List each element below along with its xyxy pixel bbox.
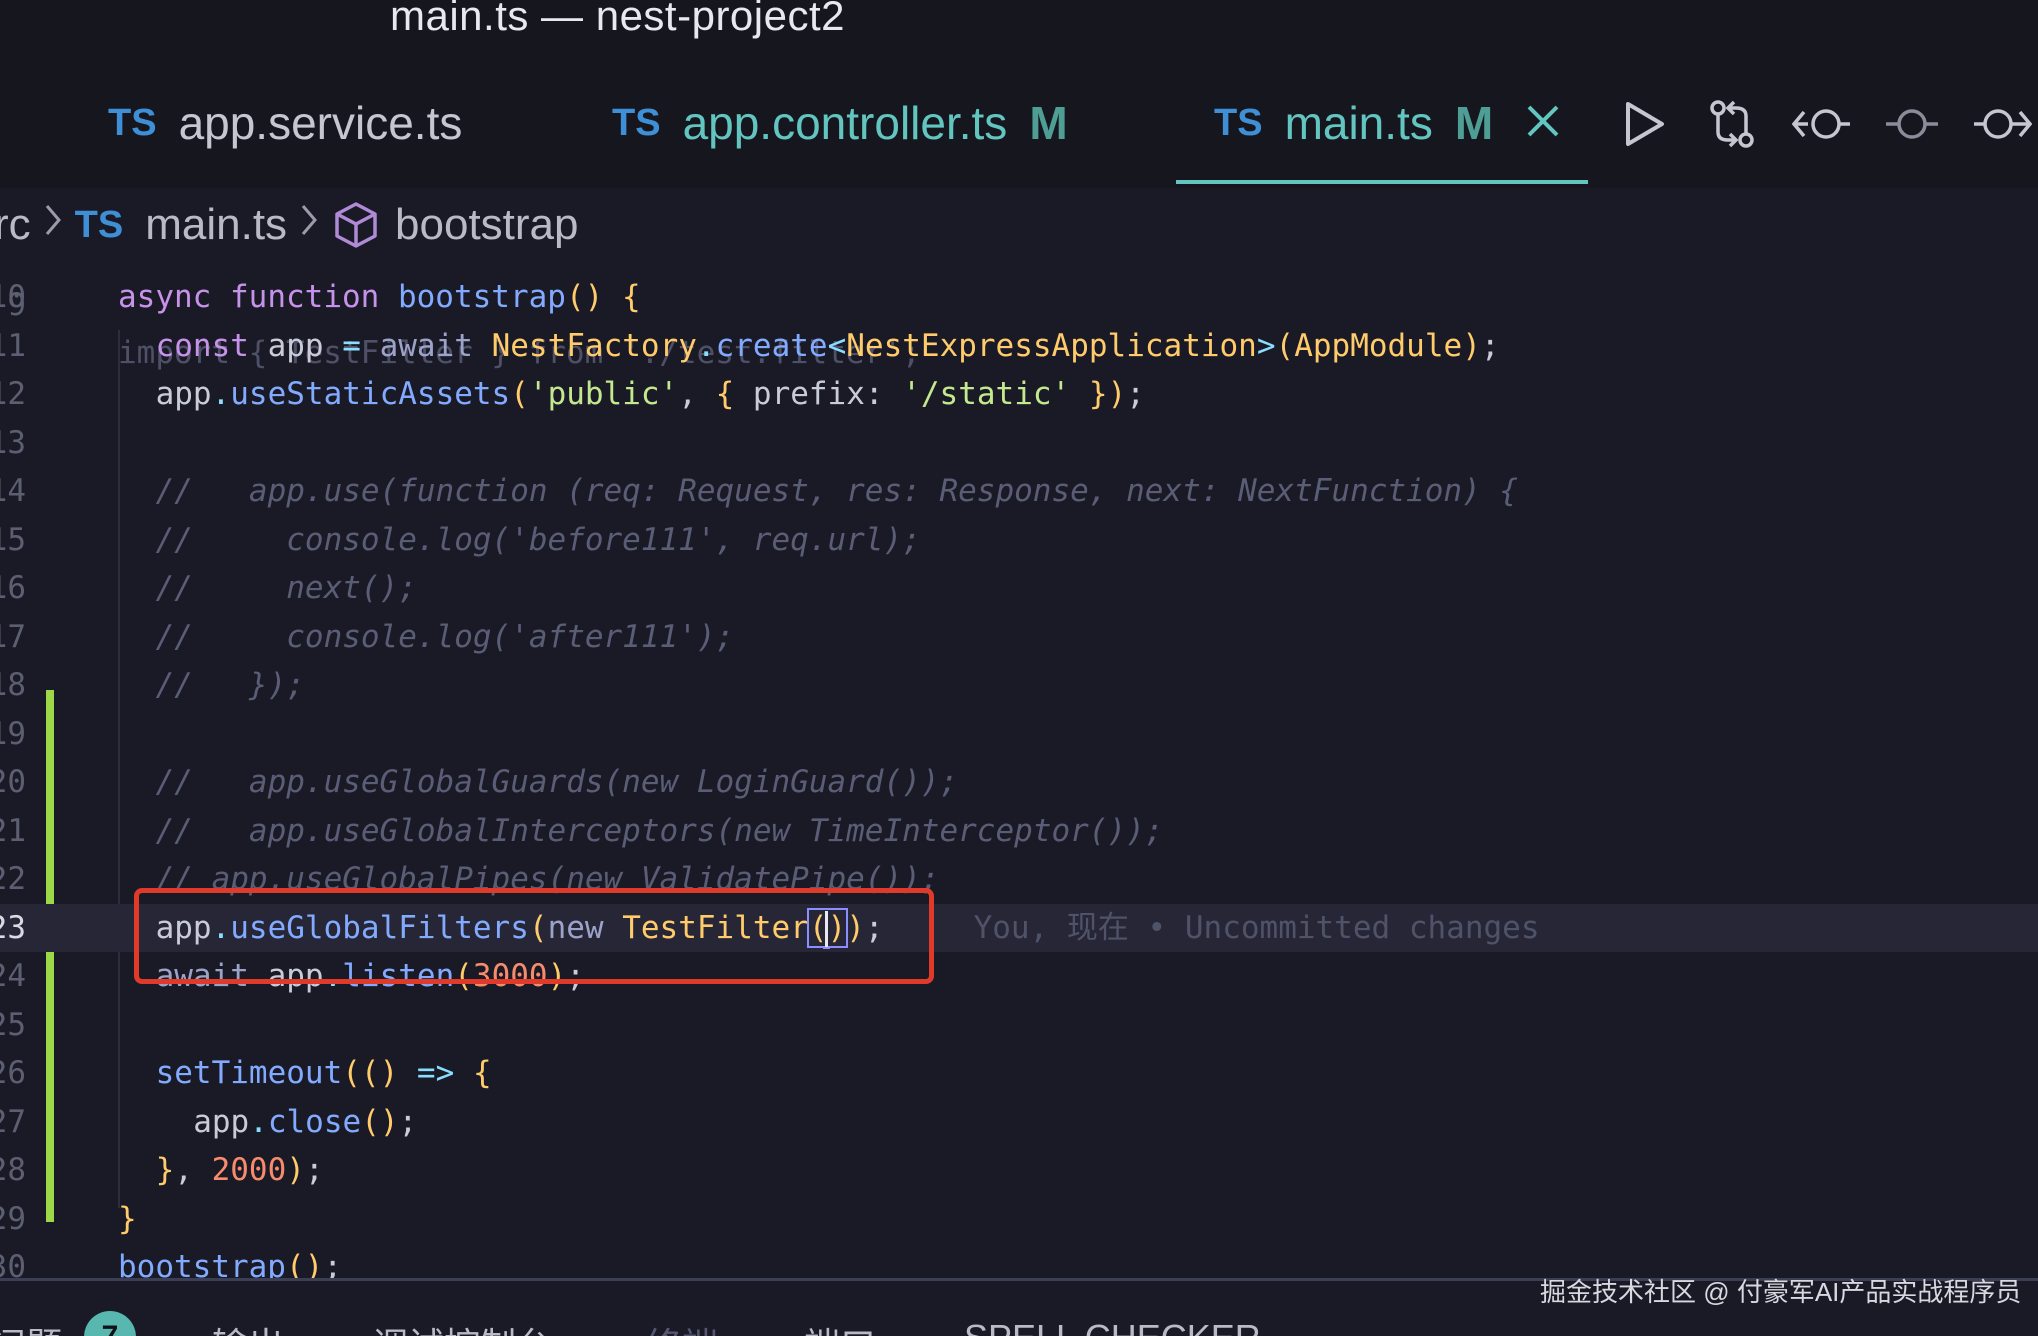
code-line: 14 // app.use(function (req: Request, res… <box>0 467 2038 516</box>
code-line: 25 <box>0 1001 2038 1050</box>
code-line: 10 async function bootstrap() { <box>0 273 2038 322</box>
line-number: 13 <box>0 424 26 461</box>
tab-spell-checker[interactable]: SPELL CHECKER <box>964 1317 1261 1336</box>
code-line: 15 // console.log('before111', req.url); <box>0 516 2038 565</box>
close-icon[interactable] <box>1525 96 1561 150</box>
tab-output[interactable]: 输出 <box>212 1317 284 1336</box>
line-number: 15 <box>0 521 26 558</box>
typescript-icon: TS <box>1214 101 1263 144</box>
symbol-cube-icon <box>331 200 381 250</box>
line-number: 19 <box>0 715 26 752</box>
compare-changes-icon[interactable] <box>1706 98 1758 155</box>
code-text: // console.log('before111', req.url); <box>155 521 921 558</box>
line-number: 28 <box>0 1152 26 1188</box>
line-number: 20 <box>0 764 26 800</box>
code-text: }, 2000); <box>155 1152 324 1188</box>
code-text: app.close(); <box>193 1103 418 1140</box>
tab-ports[interactable]: 端口 <box>804 1317 876 1336</box>
code-line: 18 // }); <box>0 661 2038 710</box>
code-line: 12 app.useStaticAssets('public', { prefix… <box>0 370 2038 419</box>
code-line: 19 <box>0 710 2038 759</box>
breadcrumb: rc TS main.ts bootstrap <box>0 188 2038 262</box>
line-number: 12 <box>0 376 26 412</box>
typescript-icon: TS <box>74 203 124 246</box>
code-line: 21 // app.useGlobalInterceptors(new TimeI… <box>0 807 2038 856</box>
line-number: 10 <box>0 279 26 315</box>
line-number: 22 <box>0 861 26 897</box>
line-number: 16 <box>0 570 26 606</box>
code-line: 28 }, 2000); <box>0 1146 2038 1195</box>
breadcrumb-folder[interactable]: rc <box>0 200 31 250</box>
code-line: 20 // app.useGlobalGuards(new LoginGuard(… <box>0 758 2038 807</box>
git-blame-annotation: You, 现在 • Uncommitted changes <box>973 909 1540 946</box>
chevron-right-icon <box>41 200 65 251</box>
tab-problems[interactable]: 问题 <box>0 1317 62 1336</box>
code-line: 27 app.close(); <box>0 1098 2038 1147</box>
line-number: 18 <box>0 667 26 703</box>
active-tab-indicator <box>1176 180 1588 184</box>
tab-label: app.controller.ts <box>682 97 1008 149</box>
run-icon[interactable] <box>1622 100 1666 153</box>
typescript-icon: TS <box>108 101 157 144</box>
tab-label: app.service.ts <box>178 97 463 149</box>
annotation-highlight-box <box>134 888 934 984</box>
code-text: // console.log('after111'); <box>155 618 735 655</box>
tab-app-service[interactable]: TS app.service.ts <box>108 58 462 188</box>
editor-tab-bar: TS app.service.ts TS app.controller.ts M… <box>0 58 2038 188</box>
code-text: // }); <box>155 667 305 703</box>
code-line: 29} <box>0 1195 2038 1244</box>
line-number: 26 <box>0 1055 26 1091</box>
code-text: const app = await NestFactory.create<Nes… <box>155 327 1500 364</box>
tab-terminal[interactable]: 终端 <box>646 1317 718 1336</box>
breadcrumb-file[interactable]: main.ts <box>145 200 287 250</box>
code-line: 13 <box>0 419 2038 468</box>
tab-main[interactable]: TS main.ts M <box>1214 58 1561 188</box>
line-number: 21 <box>0 812 26 849</box>
code-line: 16 // next(); <box>0 564 2038 613</box>
tab-label: main.ts <box>1284 97 1433 149</box>
code-editor[interactable]: 9 import { TestFilter } from './test.fil… <box>0 262 2038 1278</box>
line-number: 30 <box>0 1249 26 1278</box>
code-text: // app.use(function (req: Request, res: … <box>155 473 1519 509</box>
code-line: 17 // console.log('after111'); <box>0 613 2038 662</box>
code-line: 26 setTimeout(() => { <box>0 1049 2038 1098</box>
chevron-right-icon <box>297 200 321 251</box>
code-text: bootstrap(); <box>118 1249 342 1278</box>
go-forward-icon[interactable] <box>1972 104 2033 149</box>
code-text: // app.useGlobalInterceptors(new TimeInt… <box>155 812 1164 849</box>
line-number: 17 <box>0 618 26 655</box>
line-number: 14 <box>0 473 26 509</box>
line-number: 25 <box>0 1006 26 1043</box>
line-number: 23 <box>0 909 26 946</box>
code-text: app.useStaticAssets('public', { prefix: … <box>155 376 1145 412</box>
line-number: 29 <box>0 1200 26 1237</box>
line-number: 24 <box>0 958 26 994</box>
code-text: } <box>118 1200 137 1237</box>
code-text: // next(); <box>155 570 417 606</box>
modified-indicator: M <box>1029 97 1068 149</box>
tab-debug-console[interactable]: 调试控制台 <box>372 1317 552 1336</box>
code-text: // app.useGlobalGuards(new LoginGuard())… <box>155 764 959 800</box>
watermark: 掘金技术社区 @ 付豪军AI产品实战程序员 <box>1540 1277 2022 1307</box>
code-text: async function bootstrap() { <box>118 279 641 315</box>
code-text: setTimeout(() => { <box>155 1055 492 1091</box>
go-back-icon[interactable] <box>1791 104 1852 149</box>
tab-app-controller[interactable]: TS app.controller.ts M <box>612 58 1068 188</box>
window-title: main.ts — nest-project2 <box>390 0 846 39</box>
title-bar: main.ts — nest-project2 <box>0 0 2038 58</box>
problems-count-badge: 7 <box>84 1311 136 1336</box>
breadcrumb-symbol[interactable]: bootstrap <box>395 200 578 250</box>
line-number: 11 <box>0 327 26 364</box>
code-line: 11 const app = await NestFactory.create<N… <box>0 322 2038 371</box>
modified-indicator: M <box>1454 97 1494 149</box>
typescript-icon: TS <box>612 101 661 144</box>
line-number: 27 <box>0 1103 26 1140</box>
git-commit-icon[interactable] <box>1884 104 1940 149</box>
